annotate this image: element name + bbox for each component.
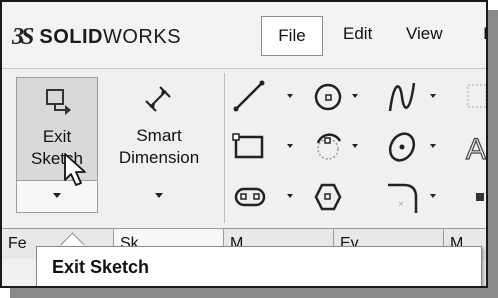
chevron-down-icon[interactable] (287, 94, 293, 98)
svg-text:×: × (398, 199, 404, 210)
ribbon-separator (224, 73, 225, 223)
title-menu-bar: 3S SOLID WORKS File Edit View I (2, 2, 486, 68)
chevron-down-icon[interactable] (287, 194, 293, 198)
spline-icon (388, 82, 416, 112)
chevron-down-icon[interactable] (287, 144, 293, 148)
smart-dimension-label-line1: Smart (136, 126, 182, 145)
sketch-ribbon: Exit Sketch Smart Dimension A × (2, 68, 486, 229)
chevron-down-icon[interactable] (430, 94, 436, 98)
logo-works-text: WORKS (102, 26, 182, 48)
text-tool[interactable]: A (464, 127, 486, 167)
polygon-icon (314, 183, 342, 211)
ds-logo-icon: 3S (12, 24, 34, 50)
point-icon (476, 193, 484, 201)
fillet-tool[interactable]: × (386, 177, 436, 217)
rectangle-tool[interactable] (232, 127, 293, 167)
chevron-down-icon[interactable] (352, 144, 358, 148)
line-tool[interactable] (232, 77, 293, 117)
fillet-icon: × (388, 183, 418, 213)
chevron-down-icon (53, 193, 61, 198)
chevron-down-icon[interactable] (352, 94, 358, 98)
exit-sketch-label-line1: Exit (42, 127, 72, 146)
ellipse-tool[interactable] (386, 127, 436, 167)
smart-dimension-dropdown[interactable] (106, 181, 212, 213)
logo-solid-text: SOLID (39, 26, 103, 48)
rectangle-icon (232, 133, 264, 159)
arc-tool[interactable] (312, 127, 358, 167)
arc-icon (316, 133, 342, 160)
smart-dimension-label-line2: Dimension (118, 148, 200, 167)
circle-icon (314, 83, 342, 111)
exit-sketch-tooltip: Exit Sketch (36, 246, 482, 286)
solidworks-logo: 3S SOLID WORKS (12, 24, 181, 51)
slot-tool[interactable] (232, 177, 293, 217)
line-icon (233, 80, 265, 112)
smart-dimension-button[interactable]: Smart Dimension (106, 77, 212, 181)
smart-dimension-icon (145, 86, 171, 112)
solidworks-window: 3S SOLID WORKS File Edit View I Exit Ske… (0, 0, 488, 288)
chevron-down-icon (155, 193, 163, 198)
circle-tool[interactable] (312, 77, 358, 117)
spline-tool[interactable] (386, 77, 436, 117)
chevron-down-icon[interactable] (430, 194, 436, 198)
polygon-tool[interactable] (312, 177, 356, 217)
chevron-down-icon[interactable] (430, 144, 436, 148)
menu-view[interactable]: View (406, 24, 443, 44)
exit-sketch-icon (46, 89, 71, 115)
tooltip-title: Exit Sketch (52, 257, 150, 277)
slot-icon (234, 187, 266, 207)
mouse-cursor-icon (64, 153, 86, 186)
window-shadow-right (488, 10, 498, 298)
svg-text:A: A (466, 133, 486, 166)
menu-file[interactable]: File (261, 16, 323, 56)
grid-icon (467, 84, 486, 108)
menu-edit[interactable]: Edit (343, 24, 372, 44)
point-tool[interactable] (470, 177, 486, 217)
text-icon: A (465, 132, 486, 166)
ellipse-icon (388, 132, 416, 162)
grayed-tool[interactable] (464, 77, 486, 117)
window-shadow-bottom (10, 288, 498, 298)
